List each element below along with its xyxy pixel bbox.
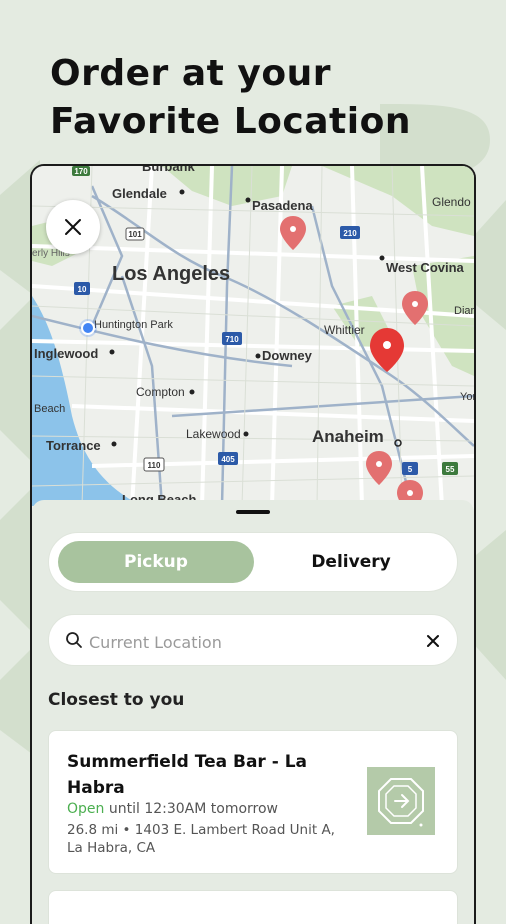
- headline: Order at your Favorite Location: [50, 50, 411, 146]
- hours-text: until 12:30AM tomorrow: [108, 801, 279, 817]
- map-label-burbank: Burbank: [142, 166, 196, 174]
- map-label-glendora: Glendo: [432, 195, 471, 209]
- store-logo-icon: [378, 778, 424, 827]
- shield-170: 170: [74, 167, 88, 176]
- clear-search-button[interactable]: [421, 629, 445, 653]
- order-type-toggle: Pickup Delivery: [48, 532, 458, 592]
- map-label-beach: Beach: [34, 403, 65, 415]
- search-icon: [66, 632, 82, 648]
- map-label-downey: Downey: [262, 348, 313, 363]
- map-label-los-angeles: Los Angeles: [112, 263, 230, 285]
- sheet-drag-handle[interactable]: [236, 510, 270, 514]
- store-logo: [367, 767, 435, 835]
- tab-pickup[interactable]: Pickup: [58, 541, 254, 583]
- close-icon: [65, 219, 81, 235]
- shield-710: 710: [225, 335, 239, 344]
- shield-101: 101: [128, 230, 142, 239]
- tab-delivery[interactable]: Delivery: [253, 541, 449, 583]
- close-icon: [427, 635, 439, 647]
- map-label-inglewood: Inglewood: [34, 346, 98, 361]
- map-label-pasadena: Pasadena: [252, 198, 313, 213]
- store-address: 26.8 mi • 1403 E. Lambert Road Unit A, L…: [67, 822, 335, 856]
- close-button[interactable]: [46, 200, 100, 254]
- shield-55: 55: [446, 465, 455, 474]
- map-label-yorba: Yor: [460, 391, 474, 403]
- headline-line-1: Order at your: [50, 53, 331, 94]
- store-card[interactable]: [48, 890, 458, 924]
- shield-405: 405: [221, 455, 235, 464]
- map-label-anaheim: Anaheim: [312, 427, 384, 446]
- store-name: Summerfield Tea Bar - La Habra: [67, 752, 308, 798]
- store-card[interactable]: Summerfield Tea Bar - La Habra Open unti…: [48, 730, 458, 874]
- shield-210: 210: [343, 229, 357, 238]
- map-label-torrance: Torrance: [46, 438, 101, 453]
- shield-110: 110: [148, 461, 161, 470]
- current-location-marker: [79, 319, 97, 337]
- headline-line-2: Favorite Location: [50, 101, 411, 142]
- map-label-west-covina: West Covina: [386, 260, 465, 275]
- map-label-huntington-park: Huntington Park: [94, 319, 173, 331]
- map-label-lakewood: Lakewood: [186, 427, 241, 441]
- phone-frame: Burbank Glendale Pasadena Glendo erly Hi…: [30, 164, 476, 924]
- open-status: Open: [67, 801, 105, 817]
- map-label-compton: Compton: [136, 385, 185, 399]
- map-label-diamond: Diar: [454, 305, 474, 317]
- search-input[interactable]: [87, 627, 411, 657]
- shield-10: 10: [78, 285, 87, 294]
- shield-5: 5: [408, 465, 413, 474]
- section-title: Closest to you: [48, 690, 185, 710]
- map-label-whittier: Whittier: [324, 323, 365, 337]
- location-search-bar: [48, 614, 458, 666]
- map-label-glendale: Glendale: [112, 186, 167, 201]
- bottom-sheet: Pickup Delivery Closest to you Summerfie…: [32, 500, 474, 924]
- map[interactable]: Burbank Glendale Pasadena Glendo erly Hi…: [32, 166, 474, 506]
- store-hours: Open until 12:30AM tomorrow: [67, 801, 278, 817]
